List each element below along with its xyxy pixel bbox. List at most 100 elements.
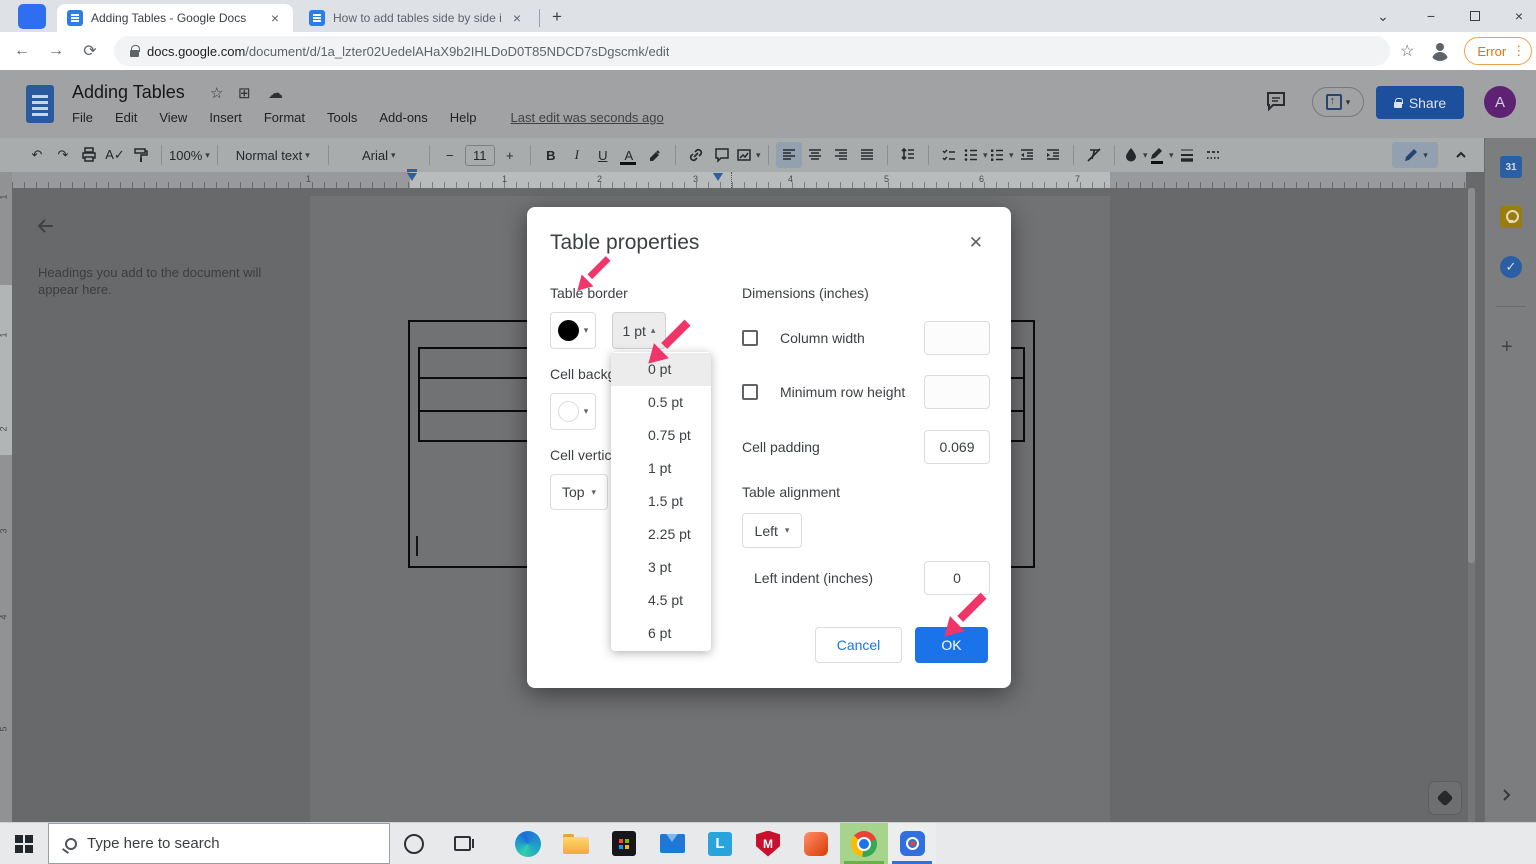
zoom-select[interactable]: 100% ▾	[169, 142, 210, 168]
maximize-icon[interactable]	[1470, 11, 1480, 21]
menu-item-45pt[interactable]: 4.5 pt	[611, 584, 711, 617]
menu-item-3pt[interactable]: 3 pt	[611, 551, 711, 584]
menu-item-6pt[interactable]: 6 pt	[611, 617, 711, 650]
menu-format[interactable]: Format	[264, 110, 305, 125]
paint-format-icon[interactable]	[128, 142, 154, 168]
cell-background-swatch-button[interactable]: ▾	[550, 393, 596, 430]
tab-close-icon[interactable]: ×	[509, 10, 525, 26]
font-size-input[interactable]: 11	[464, 144, 495, 166]
editing-mode-button[interactable]: ▾	[1392, 142, 1438, 168]
task-view-button[interactable]	[438, 823, 486, 864]
min-row-height-checkbox[interactable]	[742, 384, 758, 400]
tasks-icon[interactable]: ✓	[1500, 256, 1522, 278]
share-button[interactable]: Share	[1376, 86, 1464, 119]
last-edit-link[interactable]: Last edit was seconds ago	[511, 110, 664, 125]
add-comment-icon[interactable]	[709, 142, 735, 168]
style-select[interactable]: Normal text ▾	[225, 142, 321, 168]
reload-icon[interactable]: ⟳	[78, 39, 102, 63]
keep-icon[interactable]	[1500, 206, 1522, 228]
column-width-input[interactable]	[924, 321, 990, 355]
redo-icon[interactable]: ↷	[50, 142, 76, 168]
google-docs-logo-icon[interactable]	[26, 85, 54, 123]
menu-item-1pt[interactable]: 1 pt	[611, 452, 711, 485]
cancel-button[interactable]: Cancel	[815, 627, 902, 663]
insert-link-icon[interactable]	[683, 142, 709, 168]
menu-help[interactable]: Help	[450, 110, 477, 125]
insert-image-icon[interactable]: ▾	[735, 142, 761, 168]
text-color-icon[interactable]: A	[616, 142, 642, 168]
taskbar-app-file-explorer[interactable]	[552, 823, 600, 864]
undo-icon[interactable]: ↶	[24, 142, 50, 168]
align-left-icon[interactable]	[775, 142, 802, 168]
border-color-swatch-button[interactable]: ▾	[550, 312, 596, 349]
taskbar-app-screen-recorder[interactable]	[888, 823, 936, 864]
tab-close-icon[interactable]: ×	[267, 10, 283, 26]
column-width-checkbox[interactable]	[742, 330, 758, 346]
add-addon-plus-icon[interactable]: +	[1501, 336, 1513, 359]
increase-indent-icon[interactable]	[1040, 142, 1066, 168]
present-button[interactable]: ▾	[1312, 87, 1364, 117]
tab-adding-tables[interactable]: Adding Tables - Google Docs ×	[57, 4, 293, 32]
menu-addons[interactable]: Add-ons	[379, 110, 427, 125]
taskbar-search[interactable]: Type here to search	[48, 823, 390, 864]
scrollbar-thumb[interactable]	[1468, 188, 1475, 563]
hide-side-panel-chevron-icon[interactable]	[1498, 787, 1514, 808]
menu-tools[interactable]: Tools	[327, 110, 357, 125]
numbered-list-icon[interactable]: ▾	[988, 142, 1014, 168]
line-spacing-icon[interactable]	[895, 142, 921, 168]
taskbar-app-lively[interactable]: L	[696, 823, 744, 864]
decrease-font-size-icon[interactable]: −	[437, 142, 463, 168]
taskbar-app-store[interactable]	[600, 823, 648, 864]
increase-font-size-icon[interactable]: +	[497, 142, 523, 168]
horizontal-ruler[interactable]: 1 1 2 3 4 5 6 7	[12, 169, 1466, 188]
indent-marker-bar[interactable]	[407, 169, 417, 172]
star-document-icon[interactable]: ☆	[210, 84, 223, 102]
highlight-color-icon[interactable]	[642, 142, 668, 168]
bookmark-star-icon[interactable]: ☆	[1400, 41, 1414, 61]
spellcheck-icon[interactable]: A✓	[102, 142, 128, 168]
menu-view[interactable]: View	[159, 110, 187, 125]
menu-insert[interactable]: Insert	[209, 110, 242, 125]
taskbar-app-edge[interactable]	[504, 823, 552, 864]
back-icon[interactable]: ←	[10, 39, 34, 63]
taskbar-app-office[interactable]	[792, 823, 840, 864]
menu-item-05pt[interactable]: 0.5 pt	[611, 386, 711, 419]
start-button[interactable]	[0, 823, 48, 864]
explore-button[interactable]	[1428, 781, 1462, 815]
vertical-alignment-dropdown[interactable]: Top ▾	[550, 474, 608, 510]
table-alignment-dropdown[interactable]: Left ▾	[742, 513, 802, 548]
hide-menus-chevron-icon[interactable]	[1448, 142, 1474, 168]
taskbar-app-mcafee[interactable]: M	[744, 823, 792, 864]
align-right-icon[interactable]	[828, 142, 854, 168]
checklist-icon[interactable]	[936, 142, 962, 168]
taskbar-app-mail[interactable]	[648, 823, 696, 864]
cortana-button[interactable]	[390, 823, 438, 864]
tab-how-to-add-tables[interactable]: How to add tables side by side in ×	[299, 4, 535, 32]
browser-avatar-icon[interactable]	[1430, 41, 1450, 61]
comments-icon[interactable]	[1264, 89, 1288, 118]
move-folder-icon[interactable]: ⊞	[238, 84, 251, 102]
italic-icon[interactable]: I	[564, 142, 590, 168]
kebab-menu-icon[interactable]: ⋮	[1512, 43, 1525, 59]
left-margin-marker[interactable]	[407, 173, 417, 181]
menu-item-15pt[interactable]: 1.5 pt	[611, 485, 711, 518]
calendar-icon[interactable]: 31	[1500, 156, 1522, 178]
error-badge[interactable]: Error ⋮	[1464, 37, 1533, 65]
column-margin-marker[interactable]	[713, 173, 723, 181]
min-row-height-input[interactable]	[924, 375, 990, 409]
border-width-icon[interactable]	[1174, 142, 1200, 168]
menu-edit[interactable]: Edit	[115, 110, 137, 125]
vertical-ruler[interactable]: 1 1 2 3 4 5	[0, 172, 12, 822]
address-input[interactable]: docs.google.com/document/d/1a_lzter02Ued…	[114, 36, 1390, 66]
font-select[interactable]: Arial ▾	[336, 142, 422, 168]
border-dash-icon[interactable]	[1200, 142, 1226, 168]
new-tab-button[interactable]: +	[544, 4, 570, 30]
cell-padding-input[interactable]: 0.069	[924, 430, 990, 464]
menu-item-075pt[interactable]: 0.75 pt	[611, 419, 711, 452]
menu-file[interactable]: File	[72, 110, 93, 125]
bulleted-list-icon[interactable]: ▾	[962, 142, 988, 168]
border-color-icon[interactable]: ▾	[1148, 142, 1174, 168]
align-center-icon[interactable]	[802, 142, 828, 168]
minimize-icon[interactable]: −	[1422, 8, 1440, 24]
decrease-indent-icon[interactable]	[1014, 142, 1040, 168]
